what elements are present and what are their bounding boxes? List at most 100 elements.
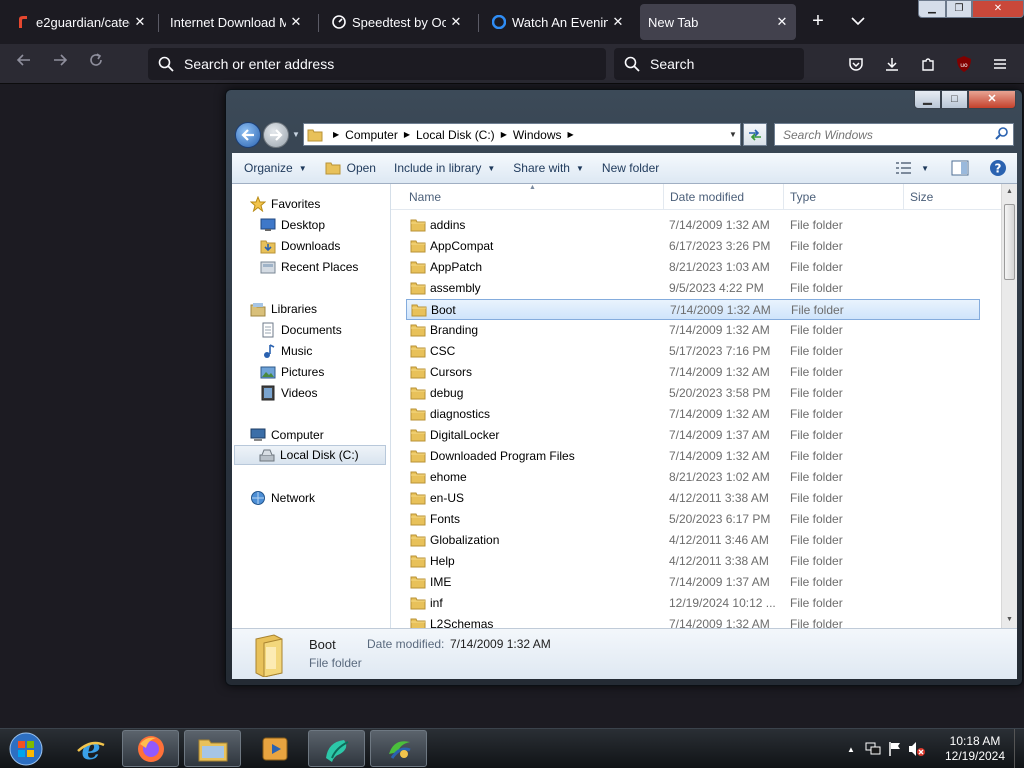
- tab-watch-an-evening[interactable]: Watch An Evening ✕: [480, 4, 632, 40]
- share-with-button[interactable]: Share with ▼: [504, 153, 593, 183]
- nav-libraries[interactable]: Libraries: [250, 299, 317, 319]
- tab-internet-download-manager[interactable]: Internet Download Ma ✕: [160, 4, 310, 40]
- table-row[interactable]: diagnostics 7/14/2009 1:32 AM File folder: [406, 404, 980, 425]
- table-row[interactable]: AppPatch 8/21/2023 1:03 AM File folder: [406, 257, 980, 278]
- close-icon[interactable]: ✕: [130, 14, 150, 30]
- nav-downloads[interactable]: Downloads: [260, 236, 340, 256]
- recent-pages-dropdown[interactable]: ▼: [292, 130, 300, 139]
- table-row[interactable]: Help 4/12/2011 3:38 AM File folder: [406, 551, 980, 572]
- taskbar-windows-explorer[interactable]: [184, 730, 241, 767]
- reload-button[interactable]: [84, 52, 108, 76]
- breadcrumb-local-disk[interactable]: Local Disk (C:): [416, 128, 495, 142]
- organize-button[interactable]: Organize ▼: [232, 153, 316, 183]
- breadcrumb-arrow[interactable]: ▶: [501, 130, 507, 139]
- vertical-scrollbar[interactable]: ▲ ▼: [1001, 184, 1017, 628]
- preview-pane-button[interactable]: [945, 160, 975, 176]
- minimize-button[interactable]: ▁: [914, 90, 941, 109]
- breadcrumb-computer[interactable]: Computer: [345, 128, 398, 142]
- table-row[interactable]: debug 5/20/2023 3:58 PM File folder: [406, 383, 980, 404]
- include-in-library-button[interactable]: Include in library ▼: [385, 153, 504, 183]
- maximize-button[interactable]: □: [941, 90, 968, 109]
- taskbar-firefox[interactable]: [122, 730, 179, 767]
- close-button[interactable]: ✕: [972, 0, 1024, 18]
- column-header-size[interactable]: Size: [910, 190, 933, 204]
- list-all-tabs-button[interactable]: [846, 8, 870, 36]
- tab-new-tab[interactable]: New Tab ✕: [640, 4, 796, 40]
- nav-network[interactable]: Network: [250, 488, 315, 508]
- taskbar-app-teal[interactable]: [308, 730, 365, 767]
- table-row[interactable]: DigitalLocker 7/14/2009 1:37 AM File folde…: [406, 425, 980, 446]
- tab-speedtest[interactable]: Speedtest by Ookla ✕: [320, 4, 470, 40]
- column-header-type[interactable]: Type: [790, 190, 816, 204]
- open-button[interactable]: Open: [316, 153, 385, 183]
- nav-desktop[interactable]: Desktop: [260, 215, 325, 235]
- table-row[interactable]: assembly 9/5/2023 4:22 PM File folder: [406, 278, 980, 299]
- back-button[interactable]: [12, 52, 36, 76]
- maximize-button[interactable]: ❐: [946, 0, 972, 18]
- table-row[interactable]: L2Schemas 7/14/2009 1:32 AM File folder: [406, 614, 980, 628]
- scrollbar-thumb[interactable]: [1004, 204, 1015, 280]
- nav-documents[interactable]: Documents: [260, 320, 342, 340]
- show-hidden-icons-button[interactable]: ▲: [842, 740, 860, 758]
- column-divider[interactable]: [663, 184, 664, 210]
- table-row[interactable]: Branding 7/14/2009 1:32 AM File folder: [406, 320, 980, 341]
- close-icon[interactable]: ✕: [446, 14, 466, 30]
- action-center-flag-icon[interactable]: [886, 740, 904, 758]
- new-folder-button[interactable]: New folder: [593, 153, 668, 183]
- nav-favorites[interactable]: Favorites: [250, 194, 320, 214]
- explorer-search-box[interactable]: [774, 123, 1014, 146]
- minimize-button[interactable]: ▁: [918, 0, 946, 18]
- network-tray-icon[interactable]: [864, 740, 882, 758]
- table-row[interactable]: IME 7/14/2009 1:37 AM File folder: [406, 572, 980, 593]
- refresh-button[interactable]: [743, 123, 767, 146]
- pocket-button[interactable]: [844, 52, 868, 76]
- column-header-name[interactable]: Name: [409, 190, 441, 204]
- table-row[interactable]: addins 7/14/2009 1:32 AM File folder: [406, 215, 980, 236]
- search-bar[interactable]: Search: [614, 48, 804, 80]
- new-tab-button[interactable]: +: [806, 8, 830, 36]
- extensions-button[interactable]: [916, 52, 940, 76]
- breadcrumb-arrow[interactable]: ▶: [404, 130, 410, 139]
- table-row[interactable]: Globalization 4/12/2011 3:46 AM File folde…: [406, 530, 980, 551]
- address-bar[interactable]: ▶ Computer ▶ Local Disk (C:) ▶ Windows ▶…: [303, 123, 741, 146]
- start-button[interactable]: [6, 731, 46, 767]
- nav-computer[interactable]: Computer: [250, 425, 324, 445]
- table-row[interactable]: Fonts 5/20/2023 6:17 PM File folder: [406, 509, 980, 530]
- system-clock[interactable]: 10:18 AM 12/19/2024: [940, 734, 1010, 764]
- ublock-button[interactable]: uo: [952, 52, 976, 76]
- nav-videos[interactable]: Videos: [260, 383, 317, 403]
- close-button[interactable]: ✕: [968, 90, 1016, 109]
- explorer-back-button[interactable]: [235, 122, 261, 148]
- close-icon[interactable]: ✕: [772, 14, 792, 30]
- scroll-up-arrow[interactable]: ▲: [1002, 184, 1017, 200]
- explorer-search-input[interactable]: [783, 127, 983, 142]
- breadcrumb-arrow[interactable]: ▶: [568, 130, 574, 139]
- explorer-forward-button[interactable]: [263, 122, 289, 148]
- table-row[interactable]: AppCompat 6/17/2023 3:26 PM File folder: [406, 236, 980, 257]
- nav-recent-places[interactable]: Recent Places: [260, 257, 358, 277]
- column-divider[interactable]: [783, 184, 784, 210]
- nav-local-disk[interactable]: Local Disk (C:): [234, 445, 386, 465]
- nav-pictures[interactable]: Pictures: [260, 362, 324, 382]
- downloads-button[interactable]: [880, 52, 904, 76]
- nav-music[interactable]: Music: [260, 341, 312, 361]
- taskbar-internet-explorer[interactable]: e: [62, 730, 119, 767]
- column-header-date[interactable]: Date modified: [670, 190, 744, 204]
- help-button[interactable]: ?: [983, 159, 1013, 177]
- breadcrumb-windows[interactable]: Windows: [513, 128, 562, 142]
- scroll-down-arrow[interactable]: ▼: [1002, 612, 1017, 628]
- column-divider[interactable]: [903, 184, 904, 210]
- breadcrumb-arrow[interactable]: ▶: [333, 130, 339, 139]
- taskbar-media-player[interactable]: [246, 730, 303, 767]
- table-row[interactable]: en-US 4/12/2011 3:38 AM File folder: [406, 488, 980, 509]
- forward-button[interactable]: [48, 52, 72, 76]
- address-history-dropdown[interactable]: ▼: [726, 130, 740, 139]
- show-desktop-button[interactable]: [1014, 729, 1024, 768]
- table-row[interactable]: CSC 5/17/2023 7:16 PM File folder: [406, 341, 980, 362]
- url-bar[interactable]: Search or enter address: [148, 48, 606, 80]
- close-icon[interactable]: ✕: [286, 14, 306, 30]
- table-row[interactable]: inf 12/19/2024 10:12 ... File folder: [406, 593, 980, 614]
- table-row[interactable]: ehome 8/21/2023 1:02 AM File folder: [406, 467, 980, 488]
- volume-muted-icon[interactable]: [908, 740, 926, 758]
- menu-button[interactable]: [988, 52, 1012, 76]
